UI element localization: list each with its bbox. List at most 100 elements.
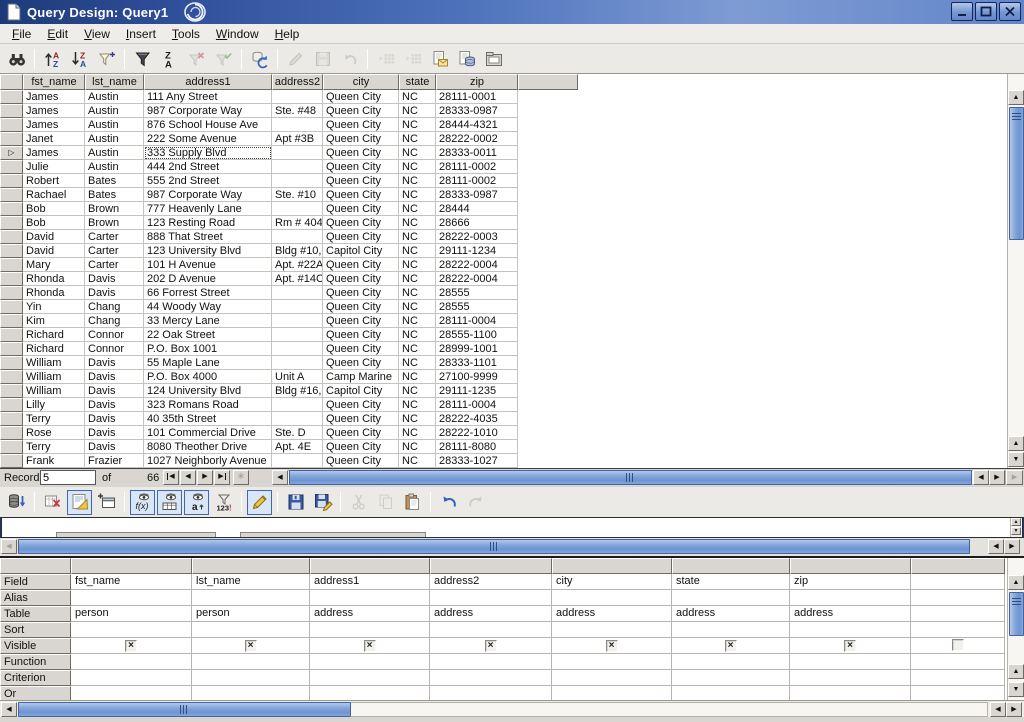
grid-cell-criterion[interactable] bbox=[430, 670, 552, 686]
row-header[interactable] bbox=[0, 398, 23, 412]
cell[interactable]: Rhonda bbox=[23, 272, 85, 286]
cell[interactable]: NC bbox=[399, 258, 436, 272]
grid-cell-criterion[interactable] bbox=[672, 670, 790, 686]
cell[interactable]: Rachael bbox=[23, 188, 85, 202]
cell[interactable]: 333 Supply Blvd bbox=[144, 146, 272, 160]
visible-checkbox[interactable]: × bbox=[125, 640, 137, 652]
cell[interactable]: James bbox=[23, 90, 85, 104]
table-pane-mini-scrollbar[interactable]: ▲ ▼ bbox=[1010, 518, 1022, 537]
save-button[interactable] bbox=[283, 490, 308, 515]
cell[interactable]: 28333-0987 bbox=[436, 188, 518, 202]
grid-cell-field[interactable] bbox=[911, 574, 1005, 590]
cell[interactable]: 28444 bbox=[436, 202, 518, 216]
cell[interactable]: 28222-0004 bbox=[436, 258, 518, 272]
column-header-fst_name[interactable]: fst_name bbox=[23, 74, 85, 90]
grid-cell-function[interactable] bbox=[552, 654, 672, 670]
cell[interactable]: Apt. #22A bbox=[272, 258, 323, 272]
visible-checkbox[interactable] bbox=[952, 639, 964, 651]
grid-column-header[interactable] bbox=[911, 558, 1005, 574]
row-header[interactable] bbox=[0, 174, 23, 188]
cell[interactable]: 555 2nd Street bbox=[144, 174, 272, 188]
grid-cell-criterion[interactable] bbox=[790, 670, 911, 686]
cell[interactable]: William bbox=[23, 356, 85, 370]
autofilter-button[interactable] bbox=[94, 46, 119, 71]
paste-button[interactable] bbox=[400, 490, 425, 515]
cell[interactable]: Robert bbox=[23, 174, 85, 188]
cell[interactable]: 28111-8080 bbox=[436, 440, 518, 454]
cell[interactable] bbox=[272, 230, 323, 244]
menu-window[interactable]: Window bbox=[208, 25, 267, 43]
cell[interactable]: Capitol City bbox=[323, 244, 399, 258]
cell[interactable]: Unit A bbox=[272, 370, 323, 384]
cell[interactable]: Bob bbox=[23, 216, 85, 230]
cell[interactable]: NC bbox=[399, 146, 436, 160]
cell[interactable]: P.O. Box 4000 bbox=[144, 370, 272, 384]
cell[interactable]: 28333-0011 bbox=[436, 146, 518, 160]
menu-view[interactable]: View bbox=[76, 25, 118, 43]
grid-cell-sort[interactable] bbox=[672, 622, 790, 638]
cell[interactable]: 222 Some Avenue bbox=[144, 132, 272, 146]
row-header[interactable] bbox=[0, 286, 23, 300]
grid-cell-table[interactable]: address bbox=[430, 606, 552, 622]
cell[interactable]: 123 Resting Road bbox=[144, 216, 272, 230]
cell[interactable]: Davis bbox=[85, 370, 144, 384]
table-vertical-scrollbar[interactable]: ▲ ▲ ▼ bbox=[1007, 74, 1024, 468]
alias-button[interactable]: a bbox=[184, 490, 209, 515]
cell[interactable]: Bates bbox=[85, 188, 144, 202]
row-header[interactable] bbox=[0, 300, 23, 314]
sort-descending-button[interactable]: ZA bbox=[67, 46, 92, 71]
cell[interactable]: 55 Maple Lane bbox=[144, 356, 272, 370]
grid-cell-or[interactable] bbox=[672, 686, 790, 700]
cell[interactable] bbox=[272, 328, 323, 342]
cell[interactable]: Queen City bbox=[323, 300, 399, 314]
cell[interactable]: Queen City bbox=[323, 454, 399, 468]
cell[interactable]: NC bbox=[399, 328, 436, 342]
cell[interactable]: Queen City bbox=[323, 426, 399, 440]
cell[interactable]: Queen City bbox=[323, 286, 399, 300]
grid-cell-alias[interactable] bbox=[790, 590, 911, 606]
grid-cell-alias[interactable] bbox=[911, 590, 1005, 606]
query-table-pane[interactable]: ▲ ▼ bbox=[1, 517, 1023, 538]
close-button[interactable] bbox=[999, 2, 1021, 21]
grid-cell-criterion[interactable] bbox=[192, 670, 310, 686]
find-record-button[interactable] bbox=[4, 46, 29, 71]
cell[interactable]: Yin bbox=[23, 300, 85, 314]
table-pane-hscrollbar[interactable]: ◀ ◀ ▶ bbox=[0, 538, 1024, 556]
grid-cell-field[interactable]: lst_name bbox=[192, 574, 310, 590]
visible-checkbox[interactable]: × bbox=[725, 640, 737, 652]
cell[interactable]: 28333-0987 bbox=[436, 104, 518, 118]
row-header[interactable] bbox=[0, 258, 23, 272]
cell[interactable]: NC bbox=[399, 384, 436, 398]
explorer-on-off-button[interactable] bbox=[481, 46, 506, 71]
cell[interactable]: 101 Commercial Drive bbox=[144, 426, 272, 440]
grid-cell-function[interactable] bbox=[192, 654, 310, 670]
grid-cell-alias[interactable] bbox=[71, 590, 192, 606]
cell[interactable]: 28222-0003 bbox=[436, 230, 518, 244]
menu-file[interactable]: File bbox=[4, 25, 39, 43]
grid-cell-visible[interactable] bbox=[911, 638, 1005, 654]
menu-edit[interactable]: Edit bbox=[39, 25, 76, 43]
grid-cell-table[interactable]: address bbox=[790, 606, 911, 622]
grid-column-header[interactable] bbox=[310, 558, 430, 574]
cell[interactable]: NC bbox=[399, 342, 436, 356]
cell[interactable]: 28111-0001 bbox=[436, 90, 518, 104]
cell[interactable]: Terry bbox=[23, 412, 85, 426]
cell[interactable]: Davis bbox=[85, 356, 144, 370]
cell[interactable] bbox=[272, 398, 323, 412]
cell[interactable]: Austin bbox=[85, 118, 144, 132]
cell[interactable]: Austin bbox=[85, 160, 144, 174]
cell[interactable]: NC bbox=[399, 244, 436, 258]
row-header[interactable] bbox=[0, 160, 23, 174]
grid-column-header[interactable] bbox=[790, 558, 911, 574]
cell[interactable]: Ste. #10 bbox=[272, 188, 323, 202]
cell[interactable]: NC bbox=[399, 104, 436, 118]
cell[interactable]: NC bbox=[399, 440, 436, 454]
cell[interactable]: 28555 bbox=[436, 300, 518, 314]
grid-scroll-left-arrow[interactable]: ◀ bbox=[1, 702, 17, 717]
grid-cell-criterion[interactable] bbox=[71, 670, 192, 686]
cell[interactable]: 28111-0002 bbox=[436, 160, 518, 174]
cell[interactable]: 1027 Neighborly Avenue bbox=[144, 454, 272, 468]
cell[interactable]: 28222-0004 bbox=[436, 272, 518, 286]
cell[interactable]: Carter bbox=[85, 244, 144, 258]
cell[interactable]: Richard bbox=[23, 328, 85, 342]
